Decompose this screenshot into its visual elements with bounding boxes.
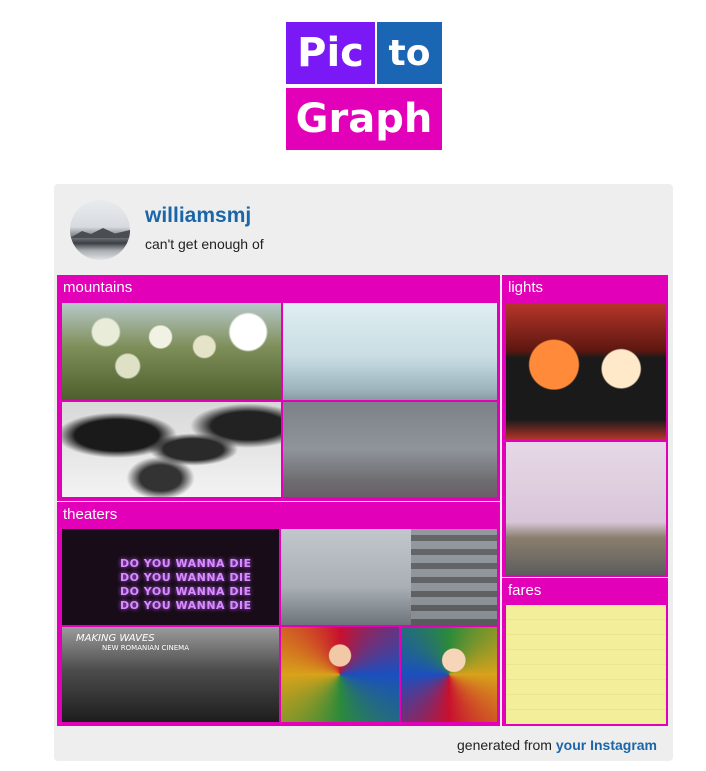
photo-neon-sign[interactable]: DO YOU WANNA DIE DO YOU WANNA DIE DO YOU… (62, 529, 279, 625)
section-theaters: theaters DO YOU WANNA DIE DO YOU WANNA D… (57, 502, 500, 726)
logo-tile-pic: Pic (286, 22, 375, 84)
cinema-subtitle: NEW ROMANIAN CINEMA (102, 644, 189, 652)
footer-prefix: generated from (457, 737, 556, 753)
neon-line-4: DO YOU WANNA DIE (120, 599, 252, 612)
photo-scaffolding-building[interactable] (281, 529, 497, 625)
section-label-mountains: mountains (63, 279, 133, 296)
photo-black-white-texture[interactable] (62, 402, 281, 497)
logo-tile-graph: Graph (286, 88, 442, 150)
photo-flowering-shrub[interactable] (62, 303, 281, 400)
section-lights: lights (502, 275, 668, 577)
pictograph-card: williamsmj can't get enough of mountains… (54, 184, 673, 761)
photo-foggy-plain[interactable] (283, 402, 497, 497)
section-mountains: mountains (57, 275, 500, 501)
logo-tile-to: to (377, 22, 442, 84)
instagram-link[interactable]: your Instagram (556, 737, 657, 753)
photo-railroad-crossing[interactable] (506, 442, 666, 575)
neon-line-3: DO YOU WANNA DIE (120, 585, 252, 598)
profile-tagline: can't get enough of (145, 236, 264, 252)
photo-stained-glass-1[interactable] (281, 627, 399, 722)
section-label-fares: fares (508, 582, 542, 599)
section-label-lights: lights (508, 279, 544, 296)
pictograph-logo[interactable]: Pic to Graph (286, 22, 442, 150)
neon-line-2: DO YOU WANNA DIE (120, 571, 252, 584)
footer: generated from your Instagram (457, 737, 657, 753)
avatar[interactable] (70, 200, 130, 260)
section-fares: fares (502, 578, 668, 726)
profile-username[interactable]: williamsmj (145, 204, 251, 228)
neon-line-1: DO YOU WANNA DIE (120, 557, 252, 570)
photo-cinema-screen[interactable]: MAKING WAVES NEW ROMANIAN CINEMA (62, 627, 279, 722)
photo-walk-signal[interactable] (506, 303, 666, 440)
photo-stained-glass-2[interactable] (401, 627, 497, 722)
cinema-title: MAKING WAVES (76, 633, 155, 644)
section-label-theaters: theaters (63, 506, 118, 523)
photo-pale-sky[interactable] (283, 303, 497, 400)
photo-fare-list[interactable] (506, 605, 666, 724)
